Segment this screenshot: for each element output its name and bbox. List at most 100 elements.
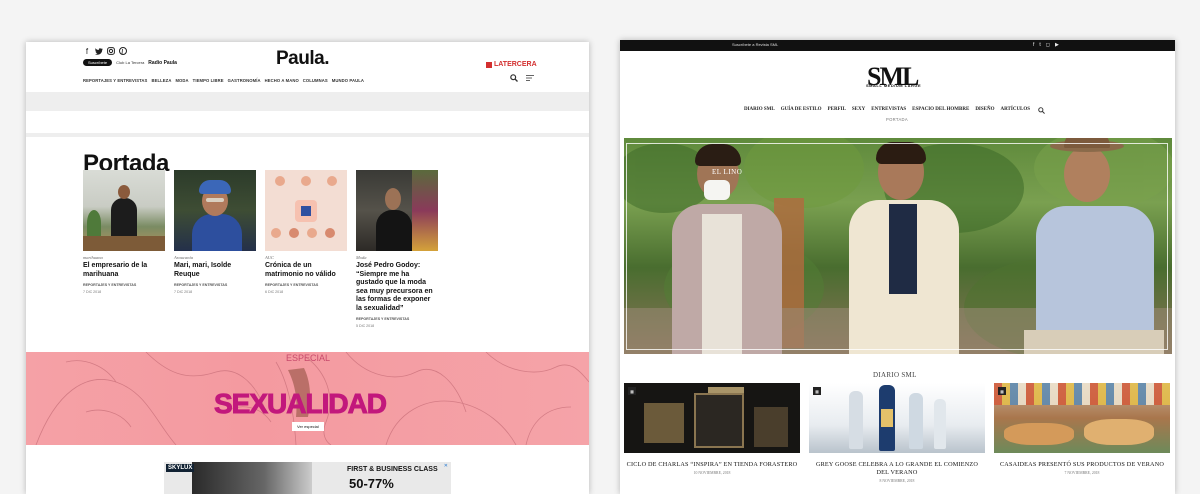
paula-tools [510, 74, 534, 84]
article-card[interactable]: ▦ CICLO DE CHARLAS “INSPIRA” EN TIENDA F… [624, 383, 800, 483]
nav-item[interactable]: BELLEZA [151, 78, 171, 83]
article-date: 7 DIC 2018 [174, 290, 193, 294]
youtube-icon[interactable]: ▶ [1055, 42, 1059, 48]
nav-item[interactable]: GASTRONOMÍA [228, 78, 261, 83]
article-image[interactable] [265, 170, 347, 251]
paula-nav: REPORTAJES Y ENTREVISTAS BELLEZA MODA TI… [83, 78, 364, 83]
paula-logo[interactable]: Paula. [276, 48, 329, 70]
nav-item[interactable]: DISEÑO [975, 107, 994, 116]
paula-header: f Suscríbete Club La Tercera Radio Paula… [26, 42, 589, 92]
gallery-icon: ▦ [813, 387, 821, 395]
article-headline[interactable]: CASAIDEAS PRESENTÓ SUS PRODUCTOS DE VERA… [994, 461, 1170, 469]
latercera-mark-icon [486, 61, 492, 68]
nav-item[interactable]: MUNDO PAULA [332, 78, 364, 83]
article-image[interactable] [356, 170, 438, 251]
article-card[interactable]: Araucanía Mari, mari, Isolde Reuque REPO… [174, 170, 256, 328]
hero-caption: EL LINO [712, 168, 743, 176]
article-date: 7 NOVIEMBRE, 2018 [1064, 471, 1100, 475]
nav-item[interactable]: REPORTAJES Y ENTREVISTAS [83, 78, 147, 83]
search-icon[interactable] [510, 74, 518, 84]
search-icon[interactable] [1038, 107, 1045, 116]
ad-placeholder-band [26, 92, 589, 111]
article-category: Araucanía [174, 255, 193, 260]
nav-item[interactable]: MODA [175, 78, 188, 83]
latercera-logo[interactable]: LATERCERA [486, 61, 537, 68]
ad-headline: FIRST & BUSINESS CLASS [347, 466, 438, 473]
instagram-icon[interactable] [107, 47, 115, 55]
menu-icon[interactable] [526, 74, 534, 84]
article-card[interactable]: Moda José Pedro Godoy: “Siempre me ha gu… [356, 170, 438, 328]
nav-item[interactable]: ENTREVISTAS [871, 107, 906, 116]
article-headline[interactable]: Mari, mari, Isolde Reuque [174, 262, 256, 279]
article-category: Moda [356, 255, 367, 260]
article-date: 8 NOVIEMBRE, 2018 [879, 479, 915, 483]
nav-item[interactable]: DIARIO SML [744, 107, 775, 116]
ad-discount: 50-77% [349, 476, 394, 491]
article-image[interactable]: ▦ [994, 383, 1170, 453]
gallery-icon: ▦ [998, 387, 1006, 395]
article-headline[interactable]: Crónica de un matrimonio no válido [265, 262, 347, 279]
nav-item[interactable]: HECHO A MANO [265, 78, 299, 83]
article-category: marihuana [83, 255, 103, 260]
comparison-stage: f Suscríbete Club La Tercera Radio Paula… [0, 0, 1200, 494]
instagram-icon[interactable]: ◻ [1046, 42, 1050, 48]
banner-kicker: ESPECIAL [286, 353, 331, 363]
article-headline[interactable]: GREY GOOSE CELEBRA A LO GRANDE EL COMIEN… [809, 461, 985, 477]
banner-title[interactable]: SEXUALIDAD [213, 388, 387, 420]
sml-nav: DIARIO SML GUÍA DE ESTILO PERFIL SEXY EN… [744, 107, 1045, 116]
twitter-icon[interactable]: t [1039, 42, 1040, 48]
nav-item[interactable]: ARTÍCULOS [1001, 107, 1031, 116]
sml-logo-subtitle: SMALL MEDIUM LARGE [866, 83, 922, 88]
subscribe-link[interactable]: Suscríbete a Revista SML [732, 42, 778, 47]
pinterest-icon[interactable] [119, 47, 127, 55]
sml-social-icons: f t ◻ ▶ [1033, 42, 1059, 48]
subscribe-pill[interactable]: Suscríbete [83, 59, 113, 66]
sml-site-screenshot: Suscríbete a Revista SML f t ◻ ▶ SML SMA… [620, 40, 1175, 494]
sml-article-grid: ▦ CICLO DE CHARLAS “INSPIRA” EN TIENDA F… [624, 383, 1170, 483]
nav-item[interactable]: ESPACIO DEL HOMBRE [912, 107, 969, 116]
article-headline[interactable]: CICLO DE CHARLAS “INSPIRA” EN TIENDA FOR… [624, 461, 800, 469]
article-image[interactable] [83, 170, 165, 251]
article-headline[interactable]: El empresario de la marihuana [83, 262, 165, 279]
section-title: DIARIO SML [873, 371, 917, 379]
ad-brand: SKYLUX [166, 464, 195, 472]
radio-paula-link[interactable]: Radio Paula [148, 60, 177, 66]
article-image[interactable]: ▦ [624, 383, 800, 453]
twitter-icon[interactable] [95, 47, 103, 55]
facebook-icon[interactable]: f [83, 47, 91, 56]
article-date: 10 NOVIEMBRE, 2018 [693, 471, 731, 475]
paula-radio-strip: Suscríbete Club La Tercera Radio Paula [83, 59, 177, 66]
paula-site-screenshot: f Suscríbete Club La Tercera Radio Paula… [26, 42, 589, 494]
nav-item[interactable]: SEXY [852, 107, 865, 116]
latercera-label: LATERCERA [494, 61, 537, 68]
sml-topbar: Suscríbete a Revista SML f t ◻ ▶ [620, 40, 1175, 51]
article-meta[interactable]: REPORTAJES Y ENTREVISTAS [83, 283, 165, 287]
nav-item[interactable]: COLUMNAS [303, 78, 328, 83]
sexualidad-banner[interactable]: ESPECIAL SEXUALIDAD Ver especial [26, 352, 589, 445]
article-card[interactable]: AUC Crónica de un matrimonio no válido R… [265, 170, 347, 328]
article-date: 5 DIC 2018 [356, 324, 375, 328]
banner-button[interactable]: Ver especial [292, 422, 324, 431]
article-headline[interactable]: José Pedro Godoy: “Siempre me ha gustado… [356, 262, 438, 313]
ad-banner[interactable]: SKYLUX FIRST & BUSINESS CLASS 50-77% ✕ [164, 462, 451, 494]
nav-item[interactable]: PERFIL [828, 107, 846, 116]
article-meta[interactable]: REPORTAJES Y ENTREVISTAS [265, 283, 347, 287]
hero-image[interactable]: EL LINO [624, 138, 1172, 354]
article-date: 7 DIC 2018 [83, 290, 102, 294]
nav-item[interactable]: TIEMPO LIBRE [193, 78, 224, 83]
article-meta[interactable]: REPORTAJES Y ENTREVISTAS [356, 317, 438, 321]
article-date: 6 DIC 2018 [265, 290, 284, 294]
paula-article-grid: marihuana El empresario de la marihuana … [83, 170, 438, 328]
facebook-icon[interactable]: f [1033, 42, 1034, 48]
paula-social-icons: f [83, 47, 127, 56]
club-link[interactable]: Club La Tercera [116, 60, 144, 65]
article-image[interactable] [174, 170, 256, 251]
article-card[interactable]: ▦ CASAIDEAS PRESENTÓ SUS PRODUCTOS DE VE… [994, 383, 1170, 483]
article-meta[interactable]: REPORTAJES Y ENTREVISTAS [174, 283, 256, 287]
article-card[interactable]: marihuana El empresario de la marihuana … [83, 170, 165, 328]
nav-item[interactable]: GUÍA DE ESTILO [781, 107, 822, 116]
article-card[interactable]: ▦ GREY GOOSE CELEBRA A LO GRANDE EL COMI… [809, 383, 985, 483]
article-image[interactable]: ▦ [809, 383, 985, 453]
ad-close-icon[interactable]: ✕ [444, 463, 448, 469]
ad-image [192, 462, 312, 494]
